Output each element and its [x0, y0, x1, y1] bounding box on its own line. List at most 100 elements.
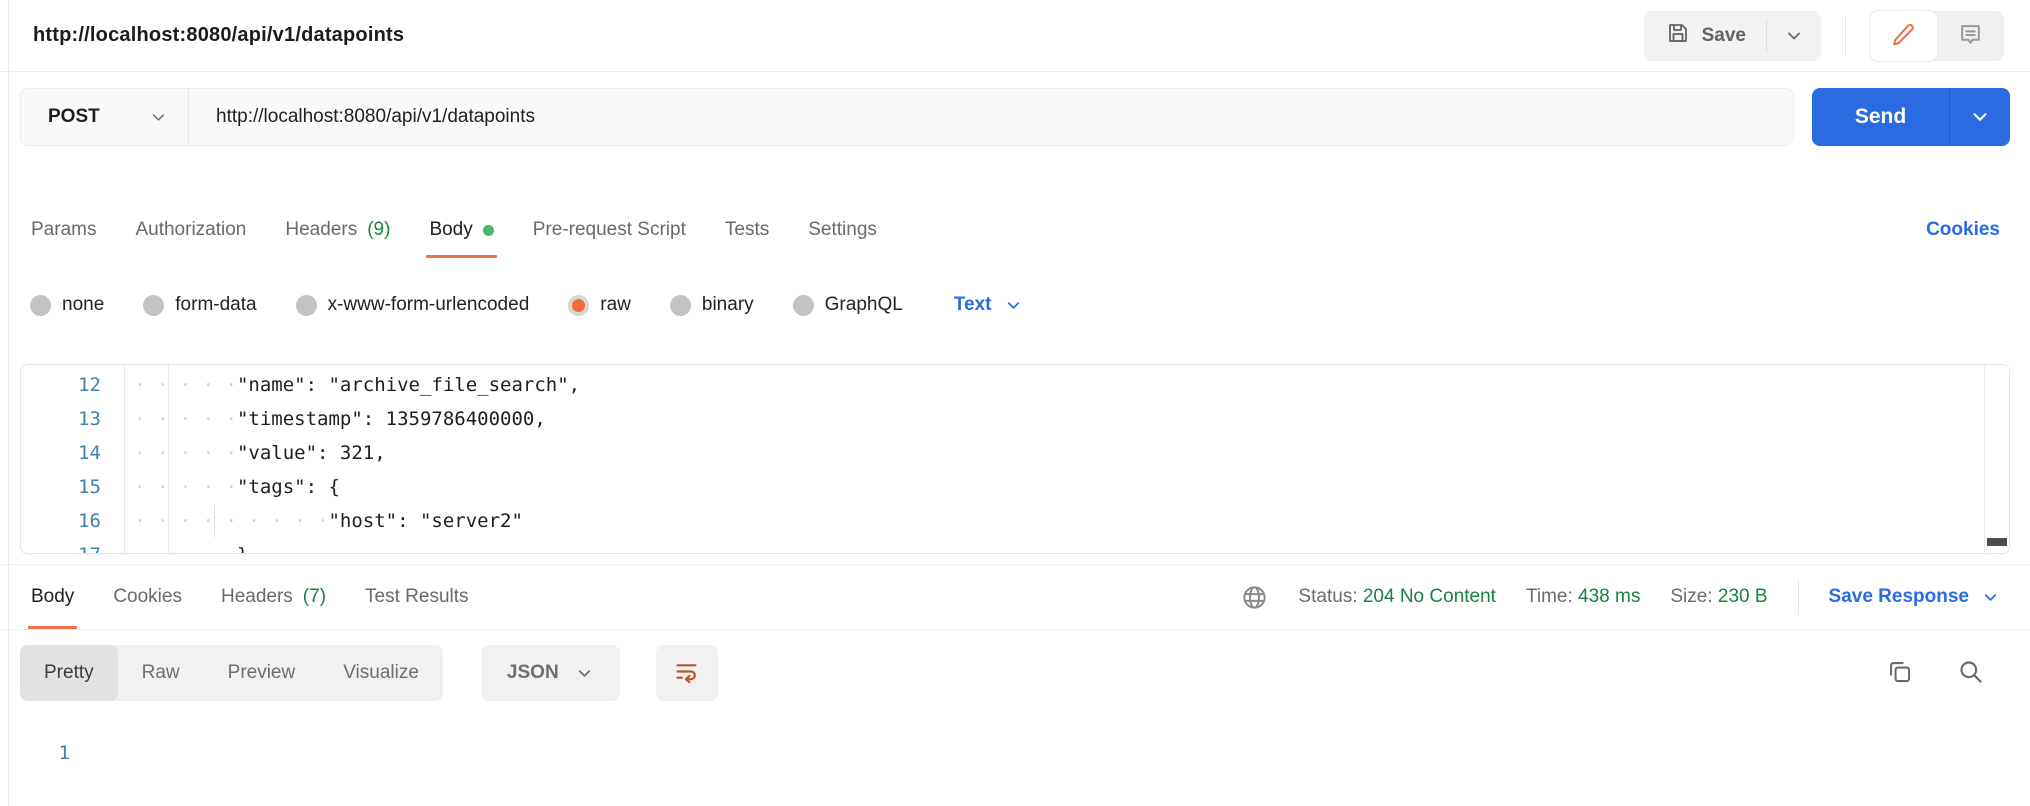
headers-count-badge: (9)	[367, 219, 391, 240]
gutter-divider	[124, 365, 125, 553]
response-tab-headers[interactable]: Headers (7)	[220, 565, 327, 629]
body-type-x-www-form-urlencoded[interactable]: x-www-form-urlencoded	[295, 294, 529, 316]
body-modified-dot	[482, 224, 494, 236]
magnifier-icon	[1957, 658, 1984, 688]
tab-headers[interactable]: Headers (9)	[284, 202, 391, 258]
code-line: 14 · · · · · "value": 321,	[21, 436, 2009, 470]
panel-left-border	[8, 0, 9, 806]
request-body-editor[interactable]: 12 · · · · · "name": "archive_file_search"…	[20, 364, 2010, 554]
send-button[interactable]: Send	[1812, 88, 1949, 146]
whitespace-dots: · · · · ·	[134, 442, 237, 464]
url-input[interactable]	[189, 89, 1793, 145]
save-options-button[interactable]	[1767, 11, 1821, 61]
view-preview[interactable]: Preview	[204, 645, 320, 701]
status-label: Status:	[1298, 586, 1358, 607]
topbar-divider	[1845, 15, 1846, 56]
tab-authorization[interactable]: Authorization	[134, 202, 247, 258]
view-visualize[interactable]: Visualize	[319, 645, 443, 701]
code-line: 17· · · · ·}	[21, 538, 2009, 553]
radio-icon	[669, 294, 691, 316]
edit-comment-toggle	[1870, 10, 2004, 61]
radio-label: GraphQL	[824, 294, 903, 315]
save-response-label: Save Response	[1828, 586, 1969, 607]
body-type-graphql[interactable]: GraphQL	[792, 294, 903, 316]
response-format-select[interactable]: JSON	[480, 645, 620, 701]
tab-body[interactable]: Body	[426, 202, 498, 258]
response-header: Body Cookies Headers (7) Test Results St…	[0, 565, 2030, 630]
cookies-link[interactable]: Cookies	[1926, 219, 2000, 241]
code-text: "host": "server2"	[328, 510, 523, 532]
editor-scrollbar[interactable]	[1984, 365, 2009, 553]
scrollbar-thumb[interactable]	[1987, 538, 2007, 546]
response-meta: Status: 204 No Content Time: 438 ms Size…	[1241, 565, 2000, 629]
tab-label: Authorization	[135, 219, 247, 240]
tab-settings[interactable]: Settings	[807, 202, 878, 258]
tab-params[interactable]: Params	[30, 202, 97, 258]
response-tab-body[interactable]: Body	[27, 565, 78, 629]
chevron-down-icon	[575, 664, 594, 683]
save-response-button[interactable]: Save Response	[1829, 586, 2000, 608]
body-language-select[interactable]: Text	[954, 294, 1024, 316]
response-tab-test-results[interactable]: Test Results	[364, 565, 469, 629]
send-button-group: Send	[1812, 88, 2010, 146]
globe-icon	[1241, 584, 1268, 611]
view-raw[interactable]: Raw	[118, 645, 204, 701]
pencil-icon	[1891, 22, 1916, 50]
indent-guide-nested	[214, 505, 215, 537]
postman-request-window: http://localhost:8080/api/v1/datapoints …	[0, 0, 2030, 806]
radio-label: none	[62, 294, 105, 315]
body-type-raw[interactable]: raw	[568, 294, 631, 316]
body-type-binary[interactable]: binary	[669, 294, 754, 316]
edit-request-button[interactable]	[1870, 10, 1937, 61]
request-header: http://localhost:8080/api/v1/datapoints …	[0, 0, 2030, 72]
code-line: 15 · · · · · "tags": {	[21, 470, 2009, 504]
line-number: 16	[78, 510, 101, 532]
status-badge: Status: 204 No Content	[1298, 586, 1496, 608]
radio-icon	[792, 294, 814, 316]
response-body-editor[interactable]: 1	[0, 716, 2030, 764]
tab-label: Headers	[220, 586, 293, 607]
time-label: Time:	[1525, 586, 1573, 607]
tab-label: Test Results	[365, 586, 469, 607]
method-select[interactable]: POST	[21, 89, 189, 145]
radio-label: binary	[701, 294, 754, 315]
radio-selected-icon	[568, 294, 590, 316]
tab-label: Body	[429, 219, 473, 240]
tab-pre-request-script[interactable]: Pre-request Script	[532, 202, 687, 258]
size-value: 230 B	[1717, 586, 1768, 607]
tab-tests[interactable]: Tests	[724, 202, 770, 258]
code-text: }	[237, 538, 248, 553]
radio-icon	[143, 294, 165, 316]
code-text: "tags": {	[236, 476, 340, 498]
comments-button[interactable]	[1937, 11, 2004, 61]
size-label: Size:	[1670, 586, 1713, 607]
wrap-text-button[interactable]	[655, 645, 718, 701]
code-area: 12 · · · · · "name": "archive_file_search"…	[21, 365, 2009, 553]
format-label: JSON	[506, 662, 559, 683]
text-wrap-icon	[673, 658, 700, 688]
radio-icon	[295, 294, 317, 316]
code-line: 13 · · · · · "timestamp": 1359786400000,	[21, 402, 2009, 436]
save-button[interactable]: Save	[1644, 11, 1766, 61]
code-line: 16 · · · · · · · · · "host": "server2"	[21, 504, 2009, 538]
body-type-selector: none form-data x-www-form-urlencoded raw…	[0, 294, 2030, 316]
chevron-down-icon	[1981, 588, 2000, 607]
request-tabs: Params Authorization Headers (9) Body Pr…	[0, 202, 2030, 258]
line-number: 14	[78, 442, 101, 464]
language-label: Text	[953, 294, 992, 315]
status-value: 204 No Content	[1362, 586, 1496, 607]
search-response-button[interactable]	[1957, 658, 1984, 688]
line-number: 17	[21, 538, 124, 553]
body-type-form-data[interactable]: form-data	[143, 294, 257, 316]
body-type-none[interactable]: none	[30, 294, 104, 316]
response-tab-cookies[interactable]: Cookies	[112, 565, 183, 629]
line-number: 13	[78, 408, 101, 430]
send-options-button[interactable]	[1950, 88, 2010, 146]
request-title: http://localhost:8080/api/v1/datapoints	[33, 24, 405, 46]
radio-label: form-data	[175, 294, 257, 315]
code-text: "value": 321,	[236, 442, 386, 464]
tab-label: Cookies	[113, 586, 182, 607]
copy-response-button[interactable]	[1886, 658, 1913, 688]
request-url-row: POST Send	[0, 72, 2030, 160]
view-pretty[interactable]: Pretty	[20, 645, 118, 701]
